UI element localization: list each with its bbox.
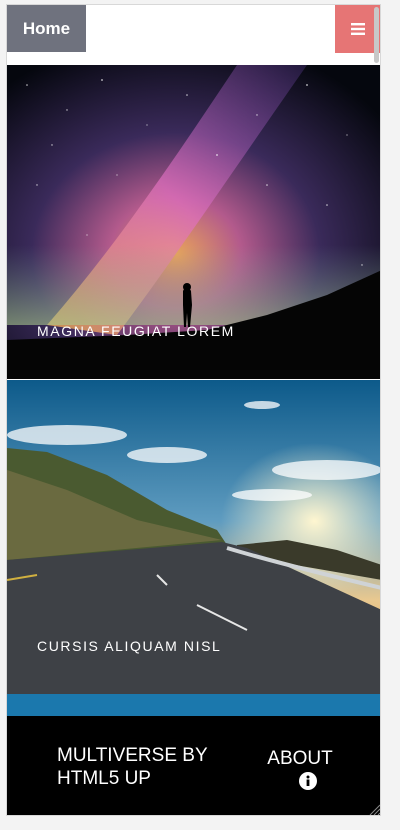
header: Home <box>7 5 380 65</box>
gallery-tile-2[interactable]: CURSIS ALIQUAM NISL <box>7 380 380 694</box>
scrollbar-thumb[interactable] <box>374 7 379 63</box>
site-title: MULTIVERSE BY HTML5 UP <box>57 745 208 789</box>
menu-icon <box>351 23 365 35</box>
resize-grip-icon[interactable] <box>369 804 381 816</box>
accent-bar <box>7 694 380 716</box>
about-link[interactable]: ABOUT <box>265 748 335 770</box>
gallery-tile-1[interactable]: MAGNA FEUGIAT LOREM <box>7 65 380 379</box>
tile-caption-2: CURSIS ALIQUAM NISL <box>37 638 222 654</box>
browser-viewport: Home MAGNA FEUGIAT LOREM CURSIS ALIQUAM … <box>6 4 381 816</box>
info-icon[interactable] <box>299 772 317 790</box>
footer: MULTIVERSE BY HTML5 UP ABOUT <box>7 716 380 815</box>
home-button[interactable]: Home <box>7 5 86 52</box>
tile-caption-1: MAGNA FEUGIAT LOREM <box>37 323 235 339</box>
